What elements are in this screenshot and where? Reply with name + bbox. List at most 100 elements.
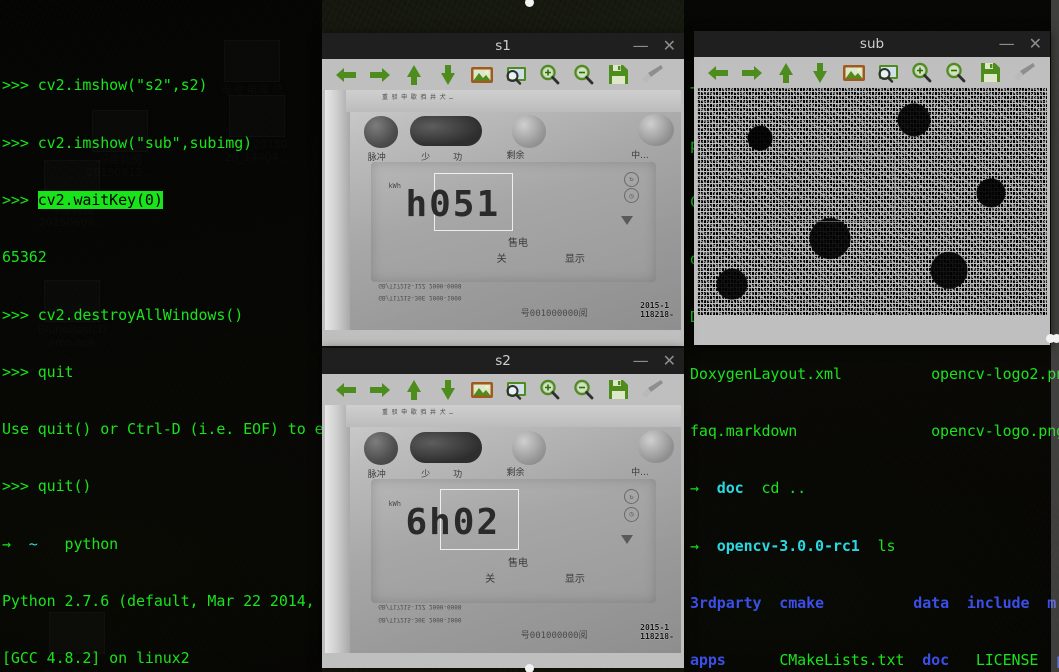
pan-down-icon[interactable] bbox=[431, 60, 465, 89]
pan-left-icon[interactable] bbox=[329, 375, 363, 404]
pan-up-icon[interactable] bbox=[397, 60, 431, 89]
terminal-line: 3rdparty cmake data include m bbox=[690, 593, 1057, 612]
opencv-window-s1[interactable]: s1 — ✕ 重 驳 申 歇 驺 井 犬 … 脉冲 少 功 剩余 中... kW… bbox=[322, 33, 684, 346]
zoom-fit-icon[interactable] bbox=[499, 375, 533, 404]
toolbar-s1[interactable] bbox=[322, 59, 684, 90]
meter-lcd: kWh h051 售电 关 显示 ↻ ◷ bbox=[371, 162, 657, 282]
pan-right-icon[interactable] bbox=[363, 60, 397, 89]
photo-timestamp: 2015-1 118218- bbox=[640, 301, 674, 320]
lcd-sub-label: 显示 bbox=[564, 253, 585, 265]
lcd-sub-label: 售电 bbox=[507, 557, 528, 569]
window-title: sub bbox=[859, 36, 885, 52]
fit-image-icon[interactable] bbox=[837, 58, 871, 87]
meter-photo-s2: 重 驳 申 歇 驺 井 犬 … 脉冲 少 功 剩余 中... kWh 6h02 … bbox=[325, 405, 681, 653]
meter-lcd: kWh 6h02 售电 关 显示 ↻ ◷ bbox=[371, 479, 657, 604]
pan-right-icon[interactable] bbox=[363, 375, 397, 404]
brush-icon[interactable] bbox=[635, 60, 669, 89]
lcd-digits: 6h02 bbox=[405, 501, 501, 543]
titlebar-sub[interactable]: sub — ✕ bbox=[694, 31, 1050, 57]
pan-down-icon[interactable] bbox=[431, 375, 465, 404]
close-icon[interactable]: ✕ bbox=[1029, 36, 1042, 52]
pan-down-icon[interactable] bbox=[803, 58, 837, 87]
fit-image-icon[interactable] bbox=[465, 375, 499, 404]
statusbar-s2 bbox=[325, 653, 681, 665]
zoom-out-icon[interactable] bbox=[567, 60, 601, 89]
meter-label: 少 bbox=[421, 470, 431, 480]
terminal-line: faq.markdown opencv-logo.png bbox=[690, 422, 1059, 441]
image-canvas-sub[interactable] bbox=[694, 88, 1050, 328]
image-canvas-s1[interactable]: 重 驳 申 歇 驺 井 犬 … 脉冲 少 功 剩余 中... kWh h051 … bbox=[322, 90, 684, 342]
lcd-icon-2: ◷ bbox=[623, 506, 639, 522]
pan-left-icon[interactable] bbox=[329, 60, 363, 89]
lcd-sub-label: 关 bbox=[485, 573, 496, 585]
toolbar-s2[interactable] bbox=[322, 374, 684, 405]
terminal-line: → opencv-3.0.0-rc1 ls bbox=[690, 536, 896, 555]
terminal-line: apps CMakeLists.txt doc LICENSE p bbox=[690, 651, 1059, 670]
minimize-icon[interactable]: — bbox=[999, 36, 1015, 52]
meter-button bbox=[511, 115, 546, 148]
image-canvas-s2[interactable]: 重 驳 申 歇 驺 井 犬 … 脉冲 少 功 剩余 中... kWh 6h02 … bbox=[322, 405, 684, 665]
window-title: s2 bbox=[495, 353, 511, 369]
opencv-window-sub[interactable]: sub — ✕ bbox=[694, 31, 1050, 345]
meter-knob bbox=[364, 432, 398, 465]
pan-left-icon[interactable] bbox=[701, 58, 735, 87]
lcd-sub-label: 售电 bbox=[507, 238, 528, 249]
lcd-unit: kWh bbox=[388, 182, 401, 191]
meter-button-2 bbox=[638, 114, 674, 147]
lcd-triangle-icon bbox=[621, 535, 634, 545]
meter-button bbox=[511, 431, 546, 465]
brush-icon[interactable] bbox=[635, 375, 669, 404]
meter-label: 脉冲 bbox=[367, 470, 386, 480]
zoom-in-icon[interactable] bbox=[533, 60, 567, 89]
brush-icon[interactable] bbox=[1007, 58, 1041, 87]
zoom-out-icon[interactable] bbox=[567, 375, 601, 404]
statusbar-sub bbox=[697, 316, 1047, 328]
window-title: s1 bbox=[495, 38, 511, 54]
meter-photo-s1: 重 驳 申 歇 驺 井 犬 … 脉冲 少 功 剩余 中... kWh h051 … bbox=[325, 90, 681, 330]
meter-label: 功 bbox=[453, 470, 463, 480]
meter-fineprint: GB/T17215-12Z 2000-0008 bbox=[378, 282, 462, 289]
lcd-unit: kWh bbox=[388, 500, 401, 509]
save-icon[interactable] bbox=[601, 375, 635, 404]
lcd-digits: h051 bbox=[405, 183, 501, 225]
meter-label: 剩余 bbox=[506, 467, 525, 478]
meter-serial: 号001000000阅 bbox=[520, 309, 588, 319]
cursor-dot-bottom bbox=[525, 664, 534, 672]
zoom-in-icon[interactable] bbox=[905, 58, 939, 87]
desktop-screen: 深度截图 20150612… 电池 电源 统 IMG_20150 28_1440… bbox=[0, 0, 1059, 672]
titlebar-s1[interactable]: s1 — ✕ bbox=[322, 33, 684, 59]
statusbar-s1 bbox=[325, 330, 681, 342]
meter-button-2 bbox=[638, 429, 674, 464]
pan-up-icon[interactable] bbox=[769, 58, 803, 87]
window-resize-dot[interactable] bbox=[1052, 334, 1059, 343]
zoom-fit-icon[interactable] bbox=[871, 58, 905, 87]
fit-image-icon[interactable] bbox=[465, 60, 499, 89]
terminal-line: → doc cd .. bbox=[690, 479, 807, 498]
terminal-line: DoxygenLayout.xml opencv-logo2.png bbox=[690, 364, 1059, 383]
opencv-window-s2[interactable]: s2 — ✕ 重 驳 申 歇 驺 井 犬 … 脉冲 少 功 剩余 中... kW… bbox=[322, 348, 684, 668]
zoom-in-icon[interactable] bbox=[533, 375, 567, 404]
meter-fineprint: GB/T17215-30E 2000-1000 bbox=[378, 294, 462, 301]
meter-pill-lamp bbox=[410, 432, 482, 464]
zoom-fit-icon[interactable] bbox=[499, 60, 533, 89]
zoom-out-icon[interactable] bbox=[939, 58, 973, 87]
pan-right-icon[interactable] bbox=[735, 58, 769, 87]
toolbar-sub[interactable] bbox=[694, 57, 1050, 88]
meter-pill-lamp bbox=[410, 116, 482, 147]
meter-label: 中... bbox=[631, 150, 649, 161]
meter-label: 剩余 bbox=[506, 150, 525, 161]
lcd-triangle-icon bbox=[621, 216, 634, 225]
minimize-icon[interactable]: — bbox=[633, 353, 649, 369]
meter-label: 中... bbox=[631, 467, 649, 478]
meter-fineprint: GB/T17215-12Z 2000-0008 bbox=[378, 603, 462, 611]
close-icon[interactable]: ✕ bbox=[663, 353, 676, 369]
close-icon[interactable]: ✕ bbox=[663, 38, 676, 54]
save-icon[interactable] bbox=[601, 60, 635, 89]
difference-image bbox=[697, 88, 1047, 316]
lcd-sub-label: 关 bbox=[496, 253, 507, 265]
meter-fineprint: GB/T17215-30E 2000-1000 bbox=[378, 615, 462, 623]
minimize-icon[interactable]: — bbox=[633, 38, 649, 54]
pan-up-icon[interactable] bbox=[397, 375, 431, 404]
save-icon[interactable] bbox=[973, 58, 1007, 87]
titlebar-s2[interactable]: s2 — ✕ bbox=[322, 348, 684, 374]
